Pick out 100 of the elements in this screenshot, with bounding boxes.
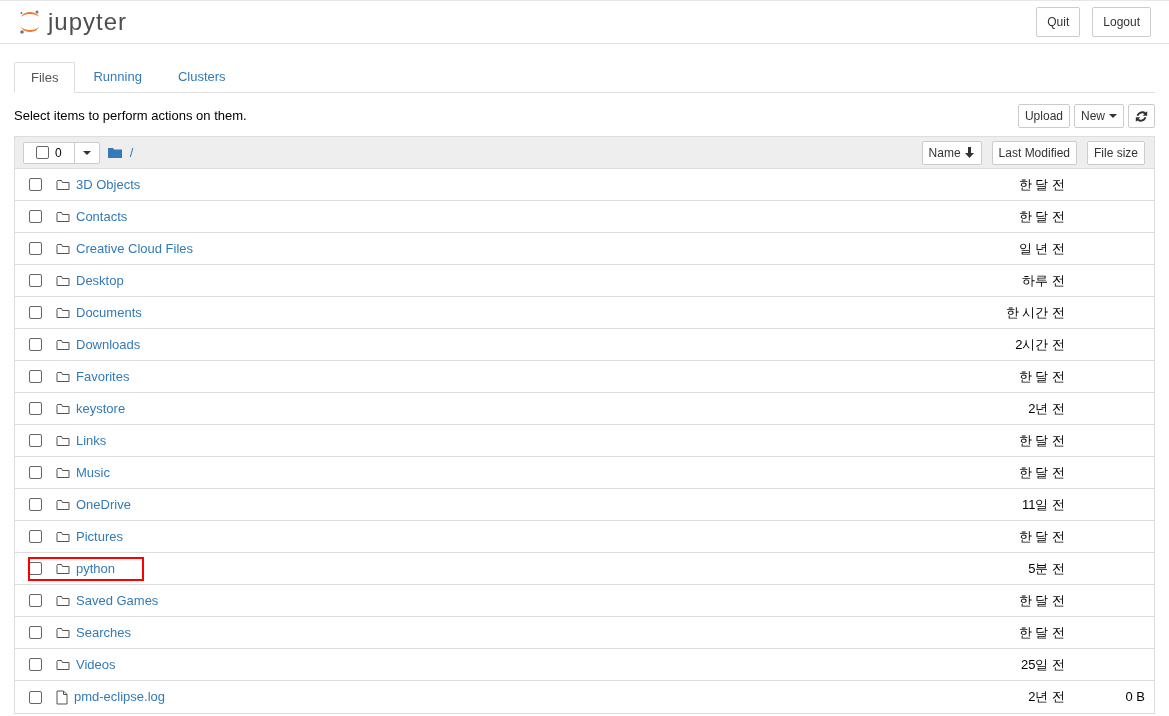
modified-time: 한 달 전: [1018, 463, 1065, 482]
checkbox[interactable]: [29, 210, 42, 223]
logo-icon: [18, 9, 42, 35]
checkbox[interactable]: [29, 242, 42, 255]
file-name-link[interactable]: Desktop: [76, 270, 124, 291]
modified-time: 11일 전: [1021, 495, 1065, 514]
folder-icon: [56, 562, 70, 575]
path-link[interactable]: /: [129, 142, 134, 163]
file-row[interactable]: Videos 25일 전: [15, 649, 1154, 681]
file-name-link[interactable]: keystore: [76, 398, 126, 419]
folder-icon: [56, 498, 70, 511]
file-row[interactable]: Favorites 한 달 전: [15, 361, 1154, 393]
file-row[interactable]: 3D Objects 한 달 전: [15, 169, 1154, 201]
file-row[interactable]: OneDrive 11일 전: [15, 489, 1154, 521]
file-row[interactable]: pmd-eclipse.log 2년 전 0 B: [15, 681, 1154, 713]
file-row[interactable]: Music 한 달 전: [15, 457, 1154, 489]
file-name-link[interactable]: Music: [76, 462, 110, 483]
header-button[interactable]: Quit: [1036, 7, 1081, 37]
checkbox[interactable]: [29, 370, 42, 383]
checkbox[interactable]: [29, 434, 42, 447]
refresh-button[interactable]: [1128, 104, 1155, 128]
checkbox[interactable]: [29, 626, 42, 639]
file-name-link[interactable]: Documents: [76, 302, 142, 323]
caret-icon: [1109, 114, 1117, 118]
modified-time: 일 년 전: [1018, 239, 1065, 258]
file-row[interactable]: python 5분 전: [15, 553, 1154, 585]
file-name-link[interactable]: Searches: [76, 622, 131, 643]
modified-time: 2년 전: [1028, 688, 1065, 707]
folder-icon: [56, 626, 70, 639]
file-name-link[interactable]: Pictures: [76, 526, 123, 547]
file-name-link[interactable]: OneDrive: [76, 494, 131, 515]
checkbox[interactable]: [29, 466, 42, 479]
file-name-link[interactable]: Downloads: [76, 334, 141, 355]
tab[interactable]: Clusters: [159, 62, 244, 92]
folder-icon: [107, 147, 122, 158]
file-row[interactable]: Contacts 한 달 전: [15, 201, 1154, 233]
checkbox[interactable]: [29, 338, 42, 351]
file-name-link[interactable]: pmd-eclipse.log: [74, 687, 166, 707]
file-name-link[interactable]: Contacts: [76, 206, 128, 227]
modified-time: 한 달 전: [1018, 591, 1065, 610]
file-row[interactable]: Documents 한 시간 전: [15, 297, 1154, 329]
modified-time: 2시간 전: [1015, 335, 1065, 354]
modified-time: 5분 전: [1028, 559, 1065, 578]
sort-button[interactable]: File size: [1087, 140, 1145, 165]
file-row[interactable]: Pictures 한 달 전: [15, 521, 1154, 553]
file-name-link[interactable]: Videos: [76, 654, 116, 675]
checkbox[interactable]: [29, 690, 42, 704]
sort-button[interactable]: Last Modified: [991, 140, 1077, 165]
modified-time: 한 달 전: [1018, 431, 1065, 450]
modified-time: 한 달 전: [1018, 527, 1065, 546]
folder-icon: [56, 370, 70, 383]
folder-icon: [56, 658, 70, 671]
checkbox[interactable]: [29, 306, 42, 319]
file-name-link[interactable]: Creative Cloud Files: [76, 238, 194, 259]
file-name-link[interactable]: Links: [76, 430, 107, 451]
file-name-link[interactable]: Favorites: [76, 366, 130, 387]
folder-icon: [56, 210, 70, 223]
checkbox[interactable]: [29, 594, 42, 607]
file-row[interactable]: keystore 2년 전: [15, 393, 1154, 425]
modified-time: 한 달 전: [1018, 207, 1065, 226]
folder-icon: [56, 274, 70, 287]
refresh-icon: [1135, 109, 1148, 123]
folder-icon: [56, 466, 70, 479]
hint-text: Select items to perform actions on them.: [14, 107, 247, 126]
file-name-link[interactable]: python: [76, 558, 116, 579]
file-row[interactable]: Desktop 하루 전: [15, 265, 1154, 297]
checkbox[interactable]: [36, 146, 49, 159]
file-row[interactable]: Searches 한 달 전: [15, 617, 1154, 649]
folder-icon: [56, 306, 70, 319]
modified-time: 한 달 전: [1018, 175, 1065, 194]
folder-icon: [56, 338, 70, 351]
checkbox[interactable]: [29, 402, 42, 415]
file-row[interactable]: Links 한 달 전: [15, 425, 1154, 457]
file-row[interactable]: Creative Cloud Files 일 년 전: [15, 233, 1154, 265]
folder-icon: [56, 242, 70, 255]
upload-button[interactable]: Upload: [1017, 104, 1070, 128]
folder-icon: [56, 530, 70, 543]
file-row[interactable]: Downloads 2시간 전: [15, 329, 1154, 361]
file-name-link[interactable]: Saved Games: [76, 590, 159, 611]
folder-icon: [56, 434, 70, 447]
checkbox[interactable]: [29, 658, 42, 671]
folder-icon: [56, 594, 70, 607]
folder-icon: [56, 402, 70, 415]
new-button[interactable]: New: [1074, 104, 1124, 128]
file-row[interactable]: Saved Games 한 달 전: [15, 585, 1154, 617]
checkbox[interactable]: [29, 274, 42, 287]
modified-time: 한 달 전: [1018, 367, 1065, 386]
file-icon: [56, 689, 68, 705]
file-name-link[interactable]: 3D Objects: [76, 174, 141, 195]
tab[interactable]: Files: [14, 62, 76, 93]
header-button[interactable]: Logout: [1092, 7, 1151, 37]
checkbox[interactable]: [29, 178, 42, 191]
tab[interactable]: Running: [75, 62, 160, 92]
sort-button[interactable]: Name: [921, 140, 982, 165]
modified-time: 한 달 전: [1018, 623, 1065, 642]
file-size: 0 B: [1125, 688, 1145, 707]
arrow-down-icon: [963, 147, 975, 158]
checkbox[interactable]: [29, 530, 42, 543]
folder-icon: [56, 178, 70, 191]
checkbox[interactable]: [29, 498, 42, 511]
